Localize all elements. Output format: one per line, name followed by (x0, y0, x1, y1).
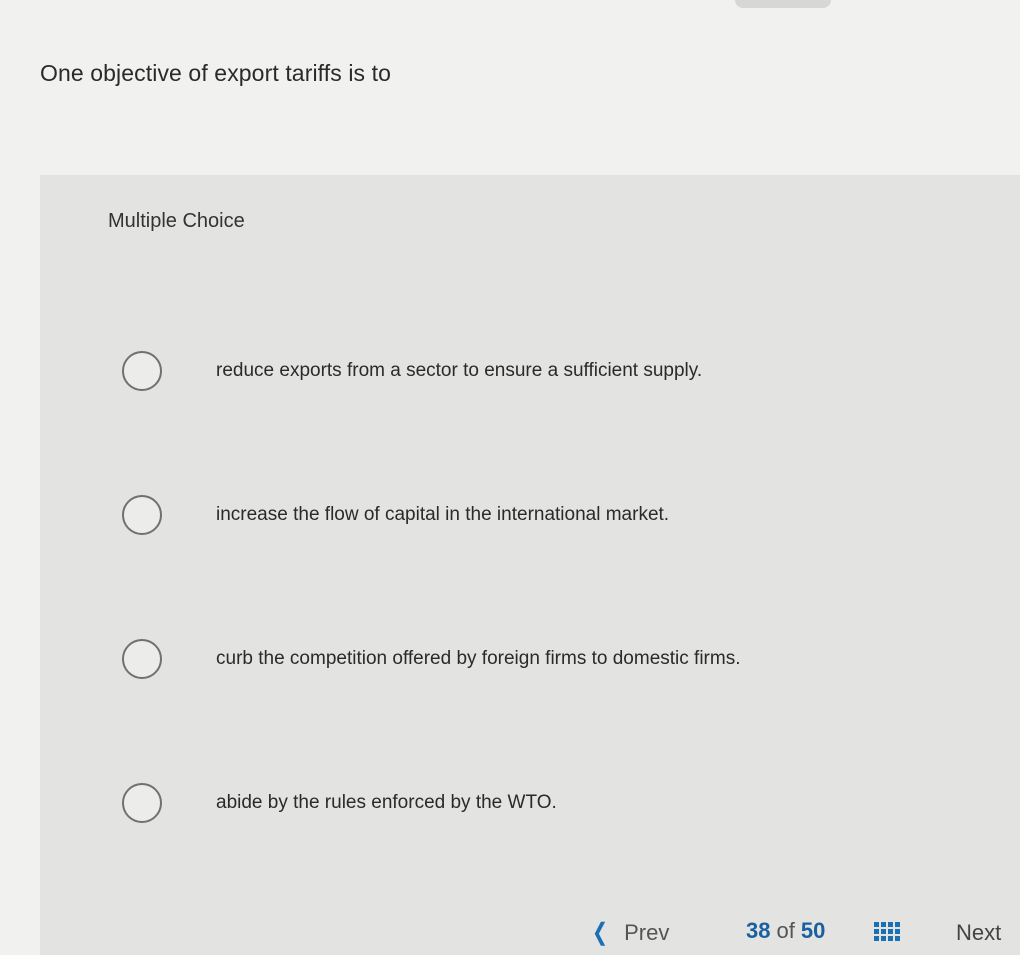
choice-option-2[interactable]: increase the flow of capital in the inte… (122, 490, 1002, 540)
current-page: 38 (746, 918, 771, 943)
next-button[interactable]: Next (956, 920, 1001, 946)
radio-button[interactable] (122, 351, 162, 391)
choice-label: curb the competition offered by foreign … (216, 648, 741, 669)
of-label: of (776, 918, 795, 943)
choice-option-1[interactable]: reduce exports from a sector to ensure a… (122, 346, 1002, 396)
page-indicator: 38 of 50 (746, 918, 825, 944)
grid-icon[interactable] (874, 922, 900, 942)
question-type-label: Multiple Choice (108, 210, 245, 232)
choice-option-4[interactable]: abide by the rules enforced by the WTO. (122, 778, 1002, 828)
choice-label: increase the flow of capital in the inte… (216, 504, 670, 525)
choice-label: abide by the rules enforced by the WTO. (216, 792, 557, 813)
question-text: One objective of export tariffs is to (40, 60, 392, 86)
radio-button[interactable] (122, 783, 162, 823)
choice-option-3[interactable]: curb the competition offered by foreign … (122, 634, 1002, 684)
prev-button[interactable]: ❮ Prev (590, 918, 669, 947)
radio-button[interactable] (122, 639, 162, 679)
answer-panel (40, 175, 1020, 955)
pagination-footer: ❮ Prev 38 of 50 Next (590, 914, 1020, 946)
radio-button[interactable] (122, 495, 162, 535)
choice-label: reduce exports from a sector to ensure a… (216, 360, 703, 381)
chevron-left-icon: ❮ (592, 919, 609, 946)
top-tab (735, 0, 831, 8)
total-pages: 50 (800, 918, 826, 943)
